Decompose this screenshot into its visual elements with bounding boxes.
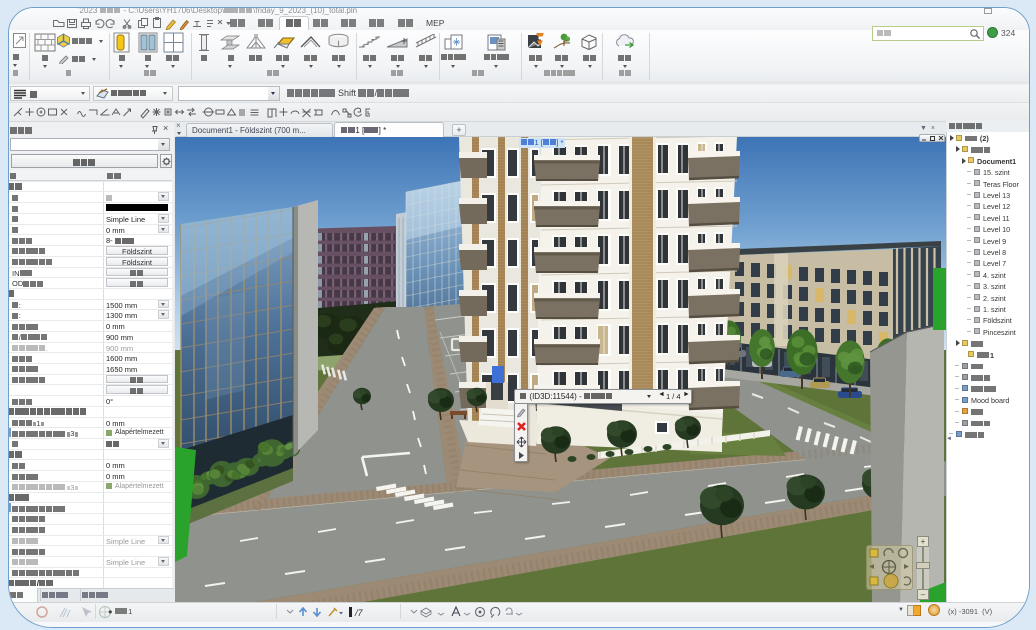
svg-text:/7: /7 bbox=[354, 608, 364, 618]
